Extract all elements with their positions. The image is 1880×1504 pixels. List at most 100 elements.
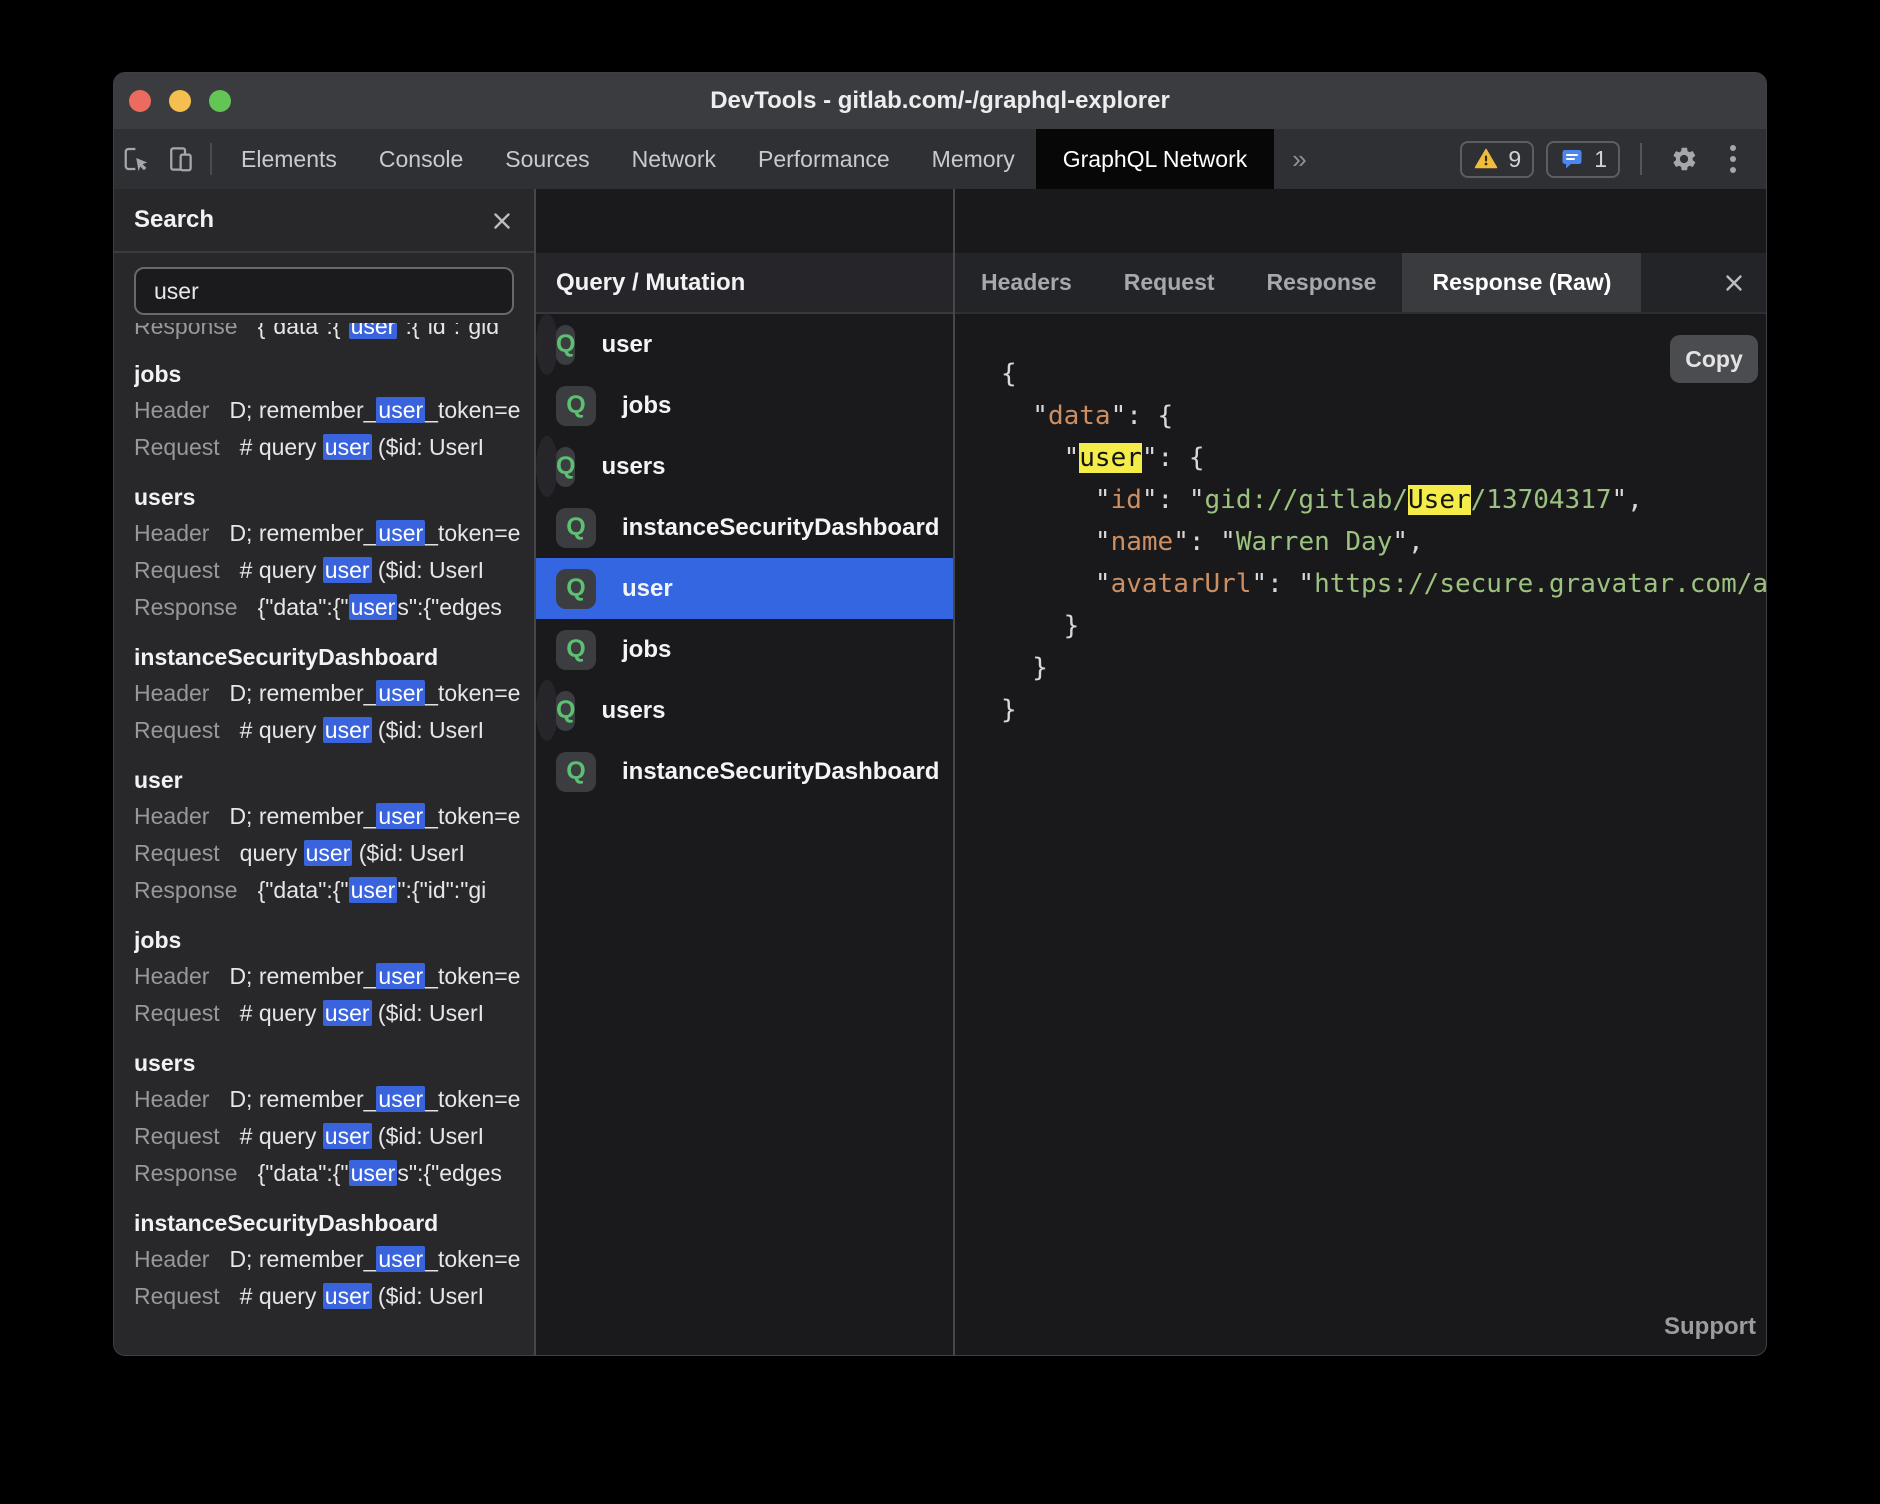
search-input[interactable] [134,267,514,315]
detail-tab-headers[interactable]: Headers [955,253,1098,312]
query-list-item-instancesecuritydashboard[interactable]: QinstanceSecurityDashboard [536,497,953,558]
json-key: data [1048,401,1111,431]
result-line-value: # query user ($id: UserI [240,1000,484,1026]
query-item-label: user [601,331,652,359]
query-item-label: users [601,453,665,481]
query-list-item-jobs[interactable]: Qjobs [536,619,953,680]
result-group-title[interactable]: users [134,479,534,515]
json-string: Warren Day [1236,527,1393,557]
search-result-line[interactable]: Request# query user ($id: UserI [134,1118,534,1155]
result-group-title[interactable]: jobs [134,356,534,392]
panel-divider-left[interactable] [534,189,536,1355]
detail-tab-request[interactable]: Request [1098,253,1241,312]
json-line: "avatarUrl": "https://secure.gravatar.co… [1001,563,1767,605]
match-highlight: user [349,594,398,620]
settings-gear-button[interactable] [1662,137,1706,181]
query-item-label: jobs [622,636,671,664]
result-line-label: Header [134,680,209,706]
search-result-line[interactable]: Request# query user ($id: UserI [134,1278,534,1315]
tab-graphql-network[interactable]: GraphQL Network [1036,129,1275,189]
result-group-title[interactable]: users [134,1045,534,1081]
search-result-line[interactable]: Response{"data":{"user":{"id":"gi [134,872,534,909]
tabbar-right-controls: 9 1 [1460,137,1766,181]
search-result-line[interactable]: Request# query user ($id: UserI [134,712,534,749]
result-text: {"data":{" [258,877,349,903]
search-result-line[interactable]: HeaderD; remember_user_token=e [134,1241,534,1278]
result-text: _token=e [425,1246,520,1272]
search-result-line[interactable]: Response{"data":{"user":{"id":"gid [134,323,534,343]
detail-tab-response[interactable]: Response [1241,253,1403,312]
device-toolbar-icon[interactable] [158,137,202,181]
window-title: DevTools - gitlab.com/-/graphql-explorer [114,73,1766,129]
query-type-badge: Q [556,691,575,731]
search-result-group: instanceSecurityDashboardHeaderD; rememb… [134,1205,534,1315]
search-result-line[interactable]: HeaderD; remember_user_token=e [134,675,534,712]
gear-icon [1670,145,1698,173]
tab-network[interactable]: Network [611,129,737,189]
tab-elements[interactable]: Elements [220,129,358,189]
query-list-item-user[interactable]: Quser [536,314,558,375]
close-detail-button[interactable] [1716,265,1752,301]
match-highlight: user [323,1123,372,1149]
close-search-panel-button[interactable] [484,203,520,239]
result-text: D; remember_ [229,397,376,423]
inspect-element-icon[interactable] [114,137,158,181]
search-result-line[interactable]: Request# query user ($id: UserI [134,429,534,466]
result-text: D; remember_ [229,680,376,706]
detail-tab-response-raw[interactable]: Response (Raw) [1402,253,1641,312]
tab-performance[interactable]: Performance [737,129,911,189]
detail-tabs: HeadersRequestResponseResponse (Raw) [955,253,1767,314]
tab-memory[interactable]: Memory [911,129,1036,189]
match-highlight: user [323,717,372,743]
json-search-highlight: user [1079,443,1142,473]
more-tabs-chevron-icon[interactable]: » [1292,144,1306,175]
query-list-item-instancesecuritydashboard[interactable]: QinstanceSecurityDashboard [536,741,953,802]
result-text: _token=e [425,520,520,546]
search-result-line[interactable]: HeaderD; remember_user_token=e [134,392,534,429]
search-result-line[interactable]: Request # query user ($id: UserI [134,995,534,1032]
query-list-item-users[interactable]: Qusers [536,436,558,497]
query-list-item-jobs[interactable]: Qjobs [536,375,953,436]
warning-count: 9 [1508,146,1521,173]
search-result-line[interactable]: HeaderD; remember_user_token=e [134,958,534,995]
support-link[interactable]: Support [1664,1313,1756,1341]
result-line-value: D; remember_user_token=e [229,397,520,423]
result-group-title[interactable]: instanceSecurityDashboard [134,639,534,675]
warnings-badge[interactable]: 9 [1460,141,1534,178]
search-result-line[interactable]: Requestquery user ($id: UserI [134,835,534,872]
result-group-title[interactable]: user [134,762,534,798]
json-punctuation: " [1001,527,1111,557]
result-line-label: Response [134,877,238,903]
search-result-line[interactable]: Request# query user ($id: UserI [134,552,534,589]
search-result-line[interactable]: HeaderD; remember_user_token=e [134,1081,534,1118]
result-line-label: Request [134,434,220,460]
search-result-line[interactable]: HeaderD; remember_user_token=e [134,515,534,552]
query-list-item-users[interactable]: Qusers [536,680,558,741]
query-list-item-user[interactable]: Quser [536,558,953,619]
match-highlight: user [376,680,425,706]
match-highlight: user [349,877,398,903]
result-line-label: Response [134,323,238,339]
json-line: "name": "Warren Day", [1001,521,1767,563]
issues-count: 1 [1594,146,1607,173]
devtools-window: DevTools - gitlab.com/-/graphql-explorer… [113,72,1767,1356]
result-line-value: # query user ($id: UserI [240,557,484,583]
search-panel-title: Search [134,189,214,251]
tab-console[interactable]: Console [358,129,484,189]
json-punctuation: ", [1392,527,1423,557]
panel-divider-right[interactable] [953,189,955,1355]
result-group-title[interactable]: jobs [134,922,534,958]
json-punctuation: ": " [1173,527,1236,557]
search-result-line[interactable]: Response{"data":{"users":{"edges [134,1155,534,1192]
query-item-label: instanceSecurityDashboard [622,514,939,542]
json-line: "data": { [1001,395,1767,437]
result-group-title[interactable]: instanceSecurityDashboard [134,1205,534,1241]
search-result-line[interactable]: Response{"data":{"users":{"edges [134,589,534,626]
issues-badge[interactable]: 1 [1546,141,1620,178]
search-result-line[interactable]: HeaderD; remember_user_token=e [134,798,534,835]
tab-sources[interactable]: Sources [484,129,610,189]
json-punctuation: } [1001,611,1079,641]
result-line-label: Request [134,1000,220,1026]
match-highlight: user [349,323,398,339]
more-options-button[interactable] [1718,137,1748,181]
